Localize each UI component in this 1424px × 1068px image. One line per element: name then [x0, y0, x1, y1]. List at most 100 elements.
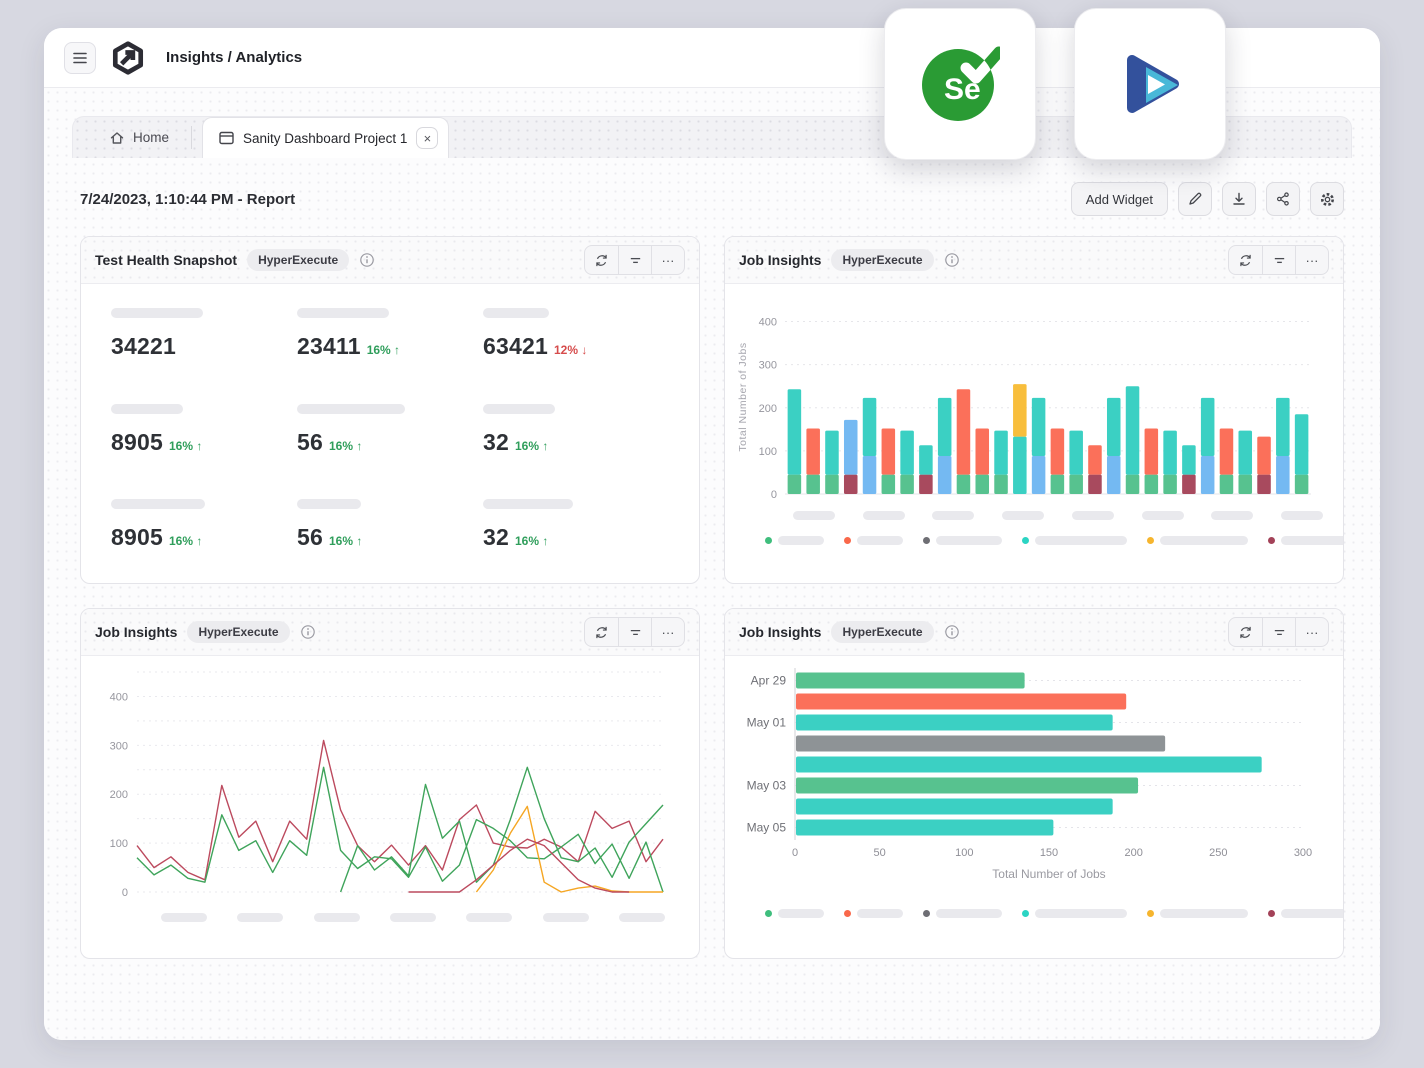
kpi-value-row: 3216% ↑: [483, 429, 669, 456]
refresh-button[interactable]: [1229, 618, 1262, 646]
x-label-skeleton: [1142, 511, 1184, 520]
legend-item: [1268, 909, 1344, 918]
kpi-value-row: 6342112% ↓: [483, 333, 669, 360]
horizontal-bar-chart: Apr 29May 01May 03May 050501001502002503…: [735, 664, 1319, 892]
x-label-skeleton: [466, 913, 512, 922]
share-button[interactable]: [1266, 182, 1300, 216]
more-options-button[interactable]: ···: [1295, 618, 1328, 646]
svg-text:300: 300: [110, 740, 128, 752]
legend-dot: [1022, 910, 1029, 917]
card-header: Job Insights HyperExecute: [725, 237, 1343, 284]
svg-text:0: 0: [122, 887, 128, 899]
more-options-button[interactable]: ···: [1295, 246, 1328, 274]
filter-icon: [1272, 253, 1287, 268]
chart-body: 0100200300400: [81, 656, 699, 958]
kpi-value-row: 5616% ↑: [297, 429, 483, 456]
legend-item: [1022, 909, 1127, 918]
add-widget-button[interactable]: Add Widget: [1071, 182, 1168, 216]
svg-text:100: 100: [759, 446, 777, 458]
svg-text:Total Number of Jobs: Total Number of Jobs: [992, 867, 1105, 881]
more-options-button[interactable]: ···: [651, 618, 684, 646]
info-button[interactable]: [944, 252, 960, 268]
refresh-button[interactable]: [585, 246, 618, 274]
svg-text:Apr 29: Apr 29: [751, 674, 787, 688]
home-icon: [109, 130, 125, 146]
legend-label-skeleton: [1281, 536, 1344, 545]
kpi-label-skeleton: [297, 404, 405, 414]
card-header: Test Health Snapshot HyperExecute: [81, 237, 699, 284]
kpi-metric: 6342112% ↓: [483, 308, 669, 368]
kpi-label-skeleton: [483, 308, 549, 318]
legend-label-skeleton: [1160, 909, 1248, 918]
chart-legend: [765, 909, 1323, 918]
card-title: Test Health Snapshot: [95, 252, 237, 268]
info-button[interactable]: [300, 624, 316, 640]
svg-text:400: 400: [759, 317, 777, 329]
legend-label-skeleton: [936, 536, 1002, 545]
tab-separator: [191, 126, 192, 149]
hyperexecute-badge: HyperExecute: [831, 621, 933, 643]
refresh-button[interactable]: [1229, 246, 1262, 274]
legend-label-skeleton: [857, 909, 903, 918]
tab-sanity-dashboard[interactable]: Sanity Dashboard Project 1 ×: [202, 117, 449, 158]
card-actions: ···: [584, 245, 685, 275]
filter-button[interactable]: [1262, 618, 1295, 646]
svg-text:200: 200: [759, 403, 777, 415]
selenium-icon: Se: [920, 44, 1000, 124]
widget-job-insights-hbar: Job Insights HyperExecute: [724, 608, 1344, 959]
kpi-value: 23411: [297, 333, 361, 359]
widgets-grid: Test Health Snapshot HyperExecute: [80, 236, 1344, 959]
svg-text:100: 100: [955, 847, 973, 859]
kpi-delta-up: 16% ↑: [169, 534, 202, 548]
legend-dot: [1268, 537, 1275, 544]
info-button[interactable]: [359, 252, 375, 268]
legend-dot: [1147, 910, 1154, 917]
legend-dot: [1022, 537, 1029, 544]
settings-button[interactable]: [1310, 182, 1344, 216]
kpi-value: 34221: [111, 333, 176, 359]
card-actions: ···: [1228, 617, 1329, 647]
download-button[interactable]: [1222, 182, 1256, 216]
widget-test-health-snapshot: Test Health Snapshot HyperExecute: [80, 236, 700, 584]
info-icon: [359, 252, 375, 268]
info-button[interactable]: [944, 624, 960, 640]
kpi-delta-up: 16% ↑: [515, 534, 548, 548]
download-icon: [1231, 191, 1247, 207]
filter-button[interactable]: [618, 618, 651, 646]
kpi-label-skeleton: [111, 308, 203, 318]
filter-button[interactable]: [1262, 246, 1295, 274]
hamburger-menu-button[interactable]: [64, 42, 96, 74]
tab-home[interactable]: Home: [87, 117, 191, 158]
info-icon: [944, 624, 960, 640]
svg-text:May 05: May 05: [747, 821, 787, 835]
report-toolbar: 7/24/2023, 1:10:44 PM - Report Add Widge…: [80, 182, 1344, 216]
kpi-delta-up: 16% ↑: [329, 439, 362, 453]
kpi-value: 32: [483, 524, 509, 550]
svg-text:May 01: May 01: [747, 716, 787, 730]
x-axis-skeleton-labels: [161, 913, 665, 922]
kpi-value: 56: [297, 524, 323, 550]
tab-close-button[interactable]: ×: [416, 127, 438, 149]
edit-button[interactable]: [1178, 182, 1212, 216]
legend-label-skeleton: [778, 536, 824, 545]
kpi-delta-up: 16% ↑: [169, 439, 202, 453]
kpi-metric: 32 16% ↑: [483, 499, 669, 559]
playwright-logo-card[interactable]: [1074, 8, 1226, 160]
kpi-delta-up: 16% ↑: [515, 439, 548, 453]
filter-icon: [628, 253, 643, 268]
legend-label-skeleton: [857, 536, 903, 545]
kpi-label-skeleton: [111, 499, 205, 509]
ellipsis-icon: ···: [662, 253, 675, 268]
legend-dot: [1147, 537, 1154, 544]
more-options-button[interactable]: ···: [651, 246, 684, 274]
legend-dot: [765, 910, 772, 917]
kpi-metric: 5616% ↑: [297, 499, 483, 559]
filter-button[interactable]: [618, 246, 651, 274]
card-actions: ···: [584, 617, 685, 647]
refresh-button[interactable]: [585, 618, 618, 646]
kpi-value-row: 5616% ↑: [297, 524, 483, 551]
card-header: Job Insights HyperExecute: [725, 609, 1343, 656]
playwright-icon: [1110, 44, 1190, 124]
report-content: 7/24/2023, 1:10:44 PM - Report Add Widge…: [72, 182, 1352, 959]
selenium-logo-card[interactable]: Se: [884, 8, 1036, 160]
